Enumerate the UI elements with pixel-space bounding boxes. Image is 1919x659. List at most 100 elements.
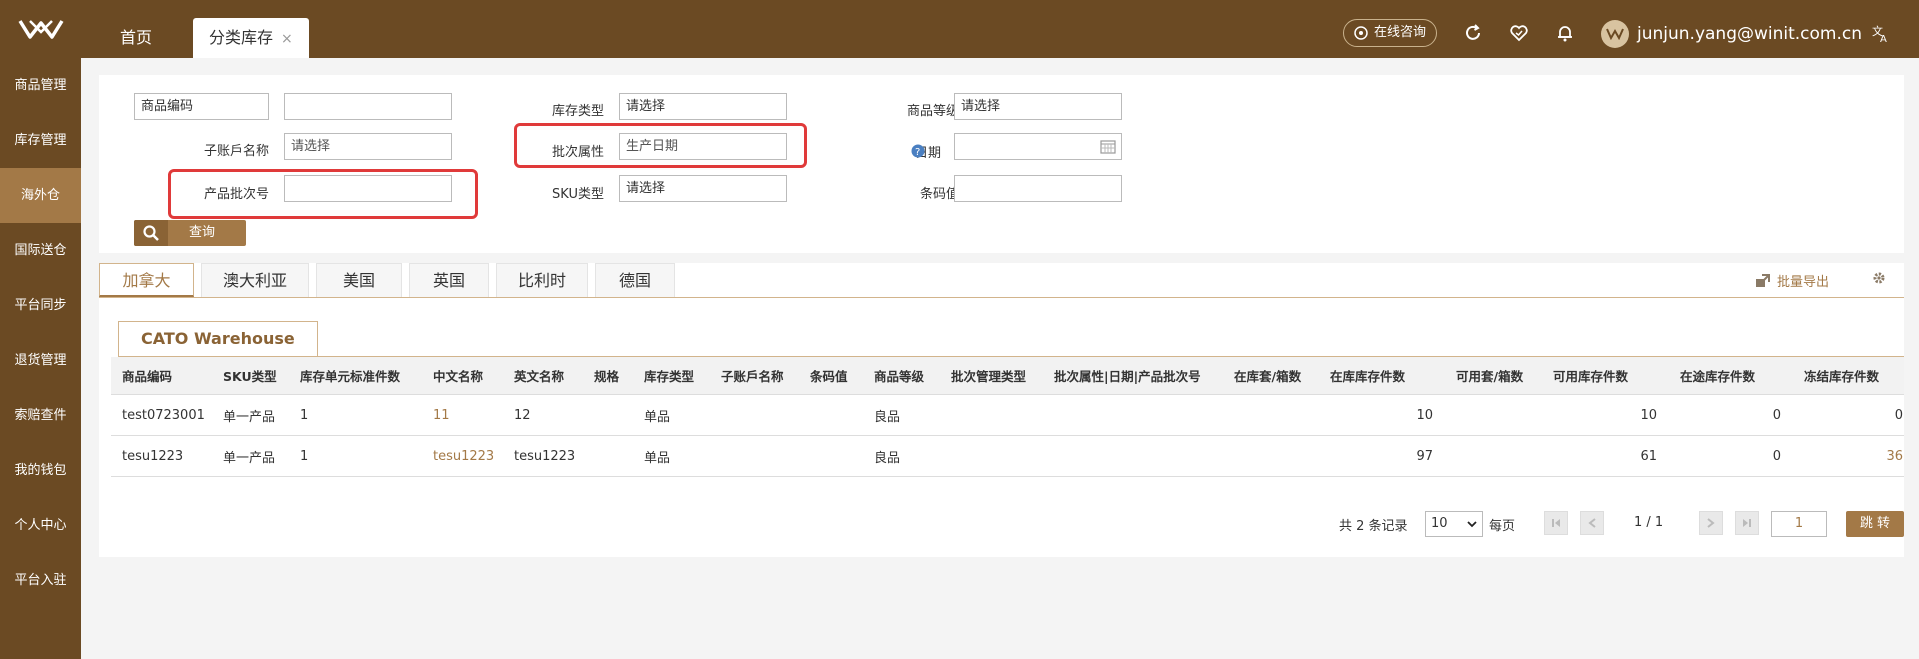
refresh-icon[interactable] [1462, 22, 1484, 44]
sidebar-item-claims[interactable]: 索赔查件 [0, 388, 81, 443]
svg-text:?: ? [915, 147, 920, 158]
tab-australia[interactable]: 澳大利亚 [201, 263, 309, 297]
help-icon[interactable]: ? [911, 144, 925, 158]
col-header[interactable]: 规格 [594, 357, 619, 394]
col-header[interactable]: 批次属性|日期|产品批次号 [1054, 357, 1201, 394]
pagination: 共 2 条记录 10 每页 1 / 1 1 跳 转 [1304, 509, 1904, 539]
cell-grade: 良品 [874, 450, 901, 466]
col-header[interactable]: 中文名称 [433, 357, 483, 394]
code-type-select[interactable]: 商品编码 [134, 93, 269, 120]
tab-home[interactable]: 首页 [102, 18, 170, 58]
batch-no-label: 产品批次号 [203, 187, 269, 202]
sidebar-item-inventory[interactable]: 库存管理 [0, 113, 81, 168]
tab-category-stock[interactable]: 分类库存 × [193, 18, 309, 58]
stock-type-value: 请选择 [626, 99, 666, 114]
sidebar-item-platform-join[interactable]: 平台入驻 [0, 553, 81, 608]
cell-avail-qty: 10 [1640, 407, 1657, 423]
winit-logo[interactable] [0, 0, 81, 58]
cell-std-qty: 1 [300, 448, 309, 464]
tab-germany[interactable]: 德国 [595, 263, 675, 297]
translate-icon[interactable]: 文 A [1870, 22, 1892, 44]
batch-no-input[interactable] [284, 175, 452, 202]
sidebar-item-profile[interactable]: 个人中心 [0, 498, 81, 553]
cell-frozen-qty-link[interactable]: 36 [1804, 436, 1903, 476]
grade-select[interactable]: 请选择 [954, 93, 1122, 120]
batch-attr-select[interactable]: 生产日期 [619, 133, 787, 160]
next-page-button[interactable] [1699, 511, 1723, 535]
col-header[interactable]: 冻结库存件数 [1804, 357, 1879, 394]
tab-belgium[interactable]: 比利时 [496, 263, 588, 297]
cell-transit-qty: 0 [1772, 448, 1781, 464]
col-header[interactable]: 条码值 [810, 357, 848, 394]
prev-page-button[interactable] [1580, 511, 1604, 535]
col-header[interactable]: 商品编码 [122, 357, 172, 394]
col-header[interactable]: 在库库存件数 [1330, 357, 1405, 394]
sidebar-item-international[interactable]: 国际送仓 [0, 223, 81, 278]
sub-account-label: 子账戶名称 [203, 144, 269, 159]
cell-cn-name-link[interactable]: 11 [433, 395, 450, 435]
search-icon [134, 220, 168, 246]
cell-en-name: 12 [514, 407, 531, 423]
col-header[interactable]: 可用库存件数 [1553, 357, 1628, 394]
first-page-icon [1552, 519, 1560, 527]
col-header[interactable]: 子账戶名称 [721, 357, 784, 394]
product-code-input[interactable] [284, 93, 452, 120]
grade-label: 商品等级 [906, 104, 959, 119]
gear-icon[interactable] [1872, 271, 1886, 285]
barcode-input[interactable] [954, 175, 1122, 202]
col-header[interactable]: 库存类型 [644, 357, 694, 394]
cell-code: tesu1223 [122, 448, 184, 464]
last-page-button[interactable] [1735, 511, 1759, 535]
col-header[interactable]: 在途库存件数 [1680, 357, 1755, 394]
cell-frozen-qty: 0 [1894, 407, 1903, 423]
consult-label: 在线咨询 [1374, 25, 1427, 40]
sku-type-select[interactable]: 请选择 [619, 175, 787, 202]
col-header[interactable]: SKU类型 [223, 357, 277, 394]
col-header[interactable]: 可用套/箱数 [1456, 357, 1523, 394]
col-header[interactable]: 批次管理类型 [951, 357, 1026, 394]
col-header[interactable]: 库存单元标准件数 [300, 357, 400, 394]
table-header-row: 商品编码 SKU类型 库存单元标准件数 中文名称 英文名称 规格 库存类型 子账… [111, 357, 1904, 395]
col-header[interactable]: 商品等级 [874, 357, 924, 394]
cell-std-qty: 1 [300, 407, 309, 423]
sidebar-item-product[interactable]: 商品管理 [0, 58, 81, 113]
col-header[interactable]: 英文名称 [514, 357, 564, 394]
tab-usa[interactable]: 美国 [316, 263, 402, 297]
first-page-button[interactable] [1544, 511, 1568, 535]
chevron-down-icon [1467, 521, 1477, 528]
cell-stock-type: 单品 [644, 409, 671, 425]
cell-avail-qty: 61 [1640, 448, 1657, 464]
avatar-logo-icon [1606, 28, 1624, 40]
cell-transit-qty: 0 [1772, 407, 1781, 423]
sub-account-select[interactable]: 请选择 [284, 133, 452, 160]
barcode-label: 条码值 [919, 187, 959, 202]
tab-uk[interactable]: 英国 [409, 263, 489, 297]
sidebar-item-overseas-warehouse[interactable]: 海外仓 [0, 168, 81, 223]
bell-icon[interactable] [1554, 22, 1576, 44]
page-number-input[interactable]: 1 [1771, 511, 1827, 537]
sidebar-item-platform-sync[interactable]: 平台同步 [0, 278, 81, 333]
table-row: tesu1223 单一产品 1 tesu1223 tesu1223 单品 良品 … [111, 436, 1904, 477]
col-header[interactable]: 在库套/箱数 [1234, 357, 1301, 394]
page-size-value: 10 [1431, 516, 1448, 531]
stock-type-select[interactable]: 请选择 [619, 93, 787, 120]
sidebar-item-returns[interactable]: 退货管理 [0, 333, 81, 388]
query-button[interactable]: 查询 [134, 220, 246, 246]
table-row: test0723001 单一产品 1 11 12 单品 良品 10 10 0 0 [111, 395, 1904, 436]
tab-canada[interactable]: 加拿大 [99, 263, 194, 297]
online-consult-button[interactable]: 在线咨询 [1343, 19, 1438, 47]
sidebar: 商品管理 库存管理 海外仓 国际送仓 平台同步 退货管理 索赔查件 我的钱包 个… [0, 58, 81, 659]
favorite-icon[interactable] [1508, 22, 1530, 44]
date-input[interactable] [954, 133, 1122, 160]
page-size-select[interactable]: 10 [1425, 511, 1483, 537]
jump-button[interactable]: 跳 转 [1846, 511, 1904, 537]
chat-icon [1354, 26, 1368, 40]
cell-cn-name-link[interactable]: tesu1223 [433, 436, 494, 476]
close-icon[interactable]: × [281, 31, 293, 47]
sidebar-item-wallet[interactable]: 我的钱包 [0, 443, 81, 498]
bulk-export-button[interactable]: 批量导出 [1755, 271, 1829, 290]
user-menu[interactable]: junjun.yang@winit.com.cn [1601, 19, 1862, 49]
calendar-icon[interactable] [1100, 139, 1116, 154]
tab-cato-warehouse[interactable]: CATO Warehouse [118, 321, 318, 357]
sku-type-value: 请选择 [626, 181, 666, 196]
